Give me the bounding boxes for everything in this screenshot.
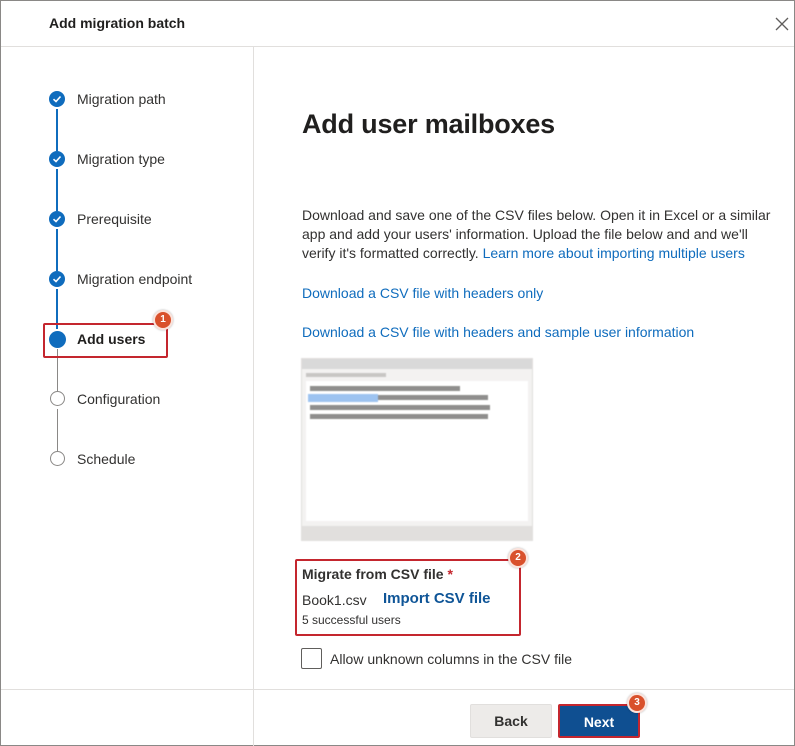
step-connector [56, 229, 58, 271]
preview-line [310, 414, 488, 419]
step-prerequisite[interactable]: Prerequisite [49, 209, 249, 229]
add-migration-batch-dialog: Add migration batch Migration path Migra… [0, 0, 795, 746]
step-connector [57, 409, 58, 451]
csv-field-label: Migrate from CSV file * [302, 566, 453, 582]
annotation-highlight-add-users [43, 323, 168, 358]
step-migration-endpoint[interactable]: Migration endpoint [49, 269, 249, 289]
dialog-header: Add migration batch [1, 1, 794, 47]
download-csv-sample-link[interactable]: Download a CSV file with headers and sam… [302, 324, 694, 340]
checkmark-icon [49, 91, 65, 107]
checkmark-icon [49, 151, 65, 167]
import-csv-button[interactable]: Import CSV file [383, 590, 491, 607]
back-button[interactable]: Back [470, 704, 552, 738]
csv-field-label-text: Migrate from CSV file [302, 566, 444, 582]
preview-selection [308, 394, 378, 402]
footer-divider [1, 689, 794, 690]
allow-unknown-columns-checkbox[interactable] [301, 648, 322, 669]
preview-statusbar [302, 526, 532, 540]
dialog-title: Add migration batch [49, 15, 186, 31]
preview-line [378, 395, 488, 400]
step-label: Migration endpoint [77, 271, 193, 287]
step-label: Migration type [77, 151, 165, 167]
description: Download and save one of the CSV files b… [302, 206, 772, 263]
annotation-badge-3: 3 [627, 693, 647, 713]
preview-menubar [306, 373, 386, 377]
step-label: Configuration [77, 391, 161, 407]
allow-unknown-columns-label[interactable]: Allow unknown columns in the CSV file [330, 651, 572, 667]
annotation-badge-2: 2 [508, 548, 528, 568]
step-migration-type[interactable]: Migration type [49, 149, 249, 169]
step-label: Prerequisite [77, 211, 152, 227]
annotation-badge-1: 1 [153, 310, 173, 330]
checkmark-icon [49, 211, 65, 227]
preview-line [310, 386, 460, 391]
page-title: Add user mailboxes [302, 109, 555, 139]
required-mark: * [447, 566, 453, 582]
pending-step-icon [50, 391, 65, 406]
preview-body [306, 381, 528, 521]
checkmark-icon [49, 271, 65, 287]
step-schedule[interactable]: Schedule [49, 449, 249, 469]
step-configuration[interactable]: Configuration [49, 389, 249, 409]
close-icon[interactable] [773, 15, 791, 33]
preview-titlebar [302, 359, 532, 369]
csv-preview-image [301, 358, 533, 541]
step-connector [56, 169, 58, 211]
preview-line [310, 405, 490, 410]
pending-step-icon [50, 451, 65, 466]
next-button[interactable]: Next [558, 704, 640, 738]
download-csv-headers-only-link[interactable]: Download a CSV file with headers only [302, 285, 543, 301]
step-label: Migration path [77, 91, 166, 107]
step-connector [56, 109, 58, 151]
import-status: 5 successful users [302, 613, 401, 627]
learn-more-link[interactable]: Learn more about importing multiple user… [483, 245, 745, 261]
csv-file-name: Book1.csv [302, 592, 367, 608]
step-migration-path[interactable]: Migration path [49, 89, 249, 109]
step-label: Schedule [77, 451, 136, 467]
